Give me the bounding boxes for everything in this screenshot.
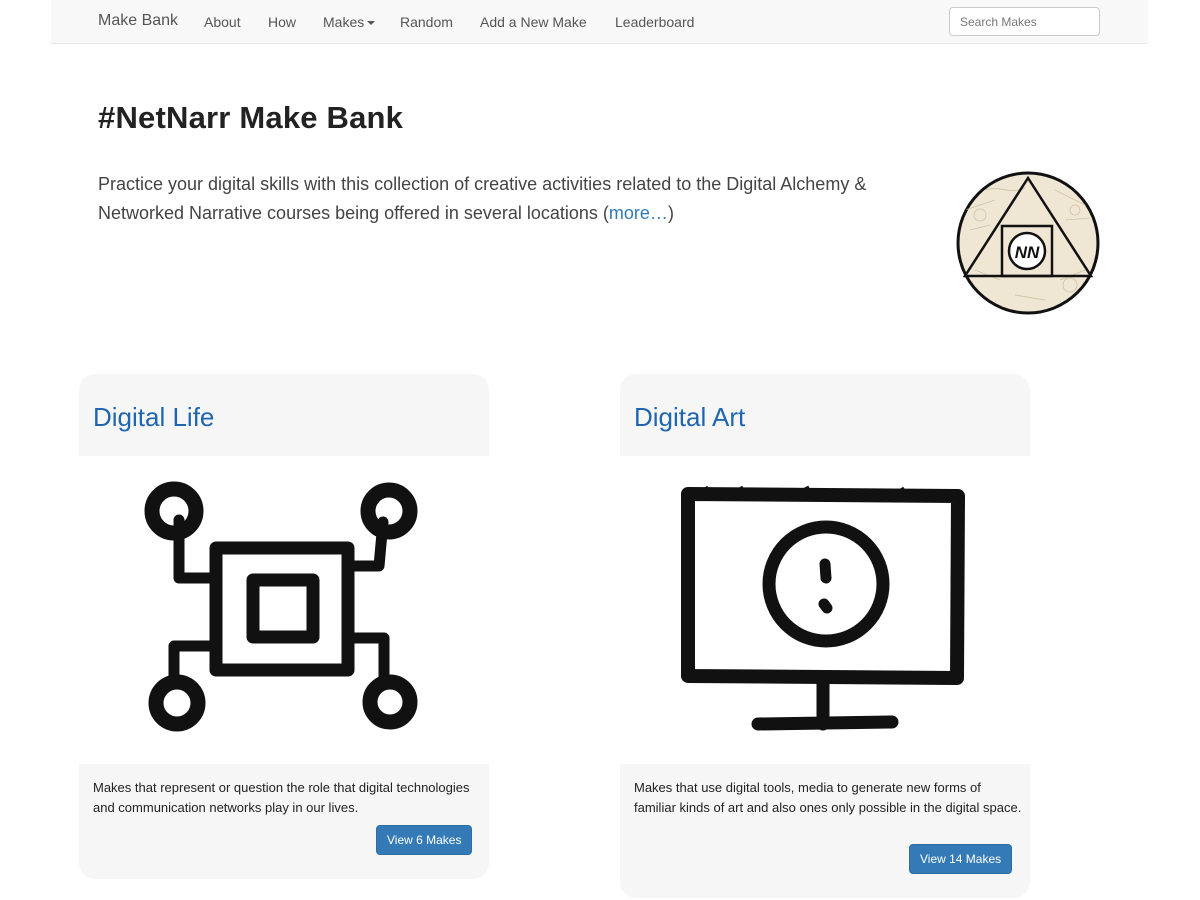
search-input[interactable] bbox=[949, 7, 1100, 36]
intro-text-main: Practice your digital skills with this c… bbox=[98, 174, 867, 223]
card-title[interactable]: Digital Life bbox=[93, 402, 214, 433]
nav-item-add-new-make[interactable]: Add a New Make bbox=[480, 14, 587, 30]
view-makes-button[interactable]: View 6 Makes bbox=[376, 825, 473, 855]
nav-item-leaderboard[interactable]: Leaderboard bbox=[615, 14, 694, 30]
nav-item-how[interactable]: How bbox=[268, 14, 296, 30]
top-navbar: Make Bank About How Makes Random Add a N… bbox=[51, 0, 1148, 44]
page-title: #NetNarr Make Bank bbox=[98, 100, 404, 135]
card-title[interactable]: Digital Art bbox=[634, 402, 745, 433]
circuit-chip-icon bbox=[144, 481, 418, 732]
view-makes-button[interactable]: View 14 Makes bbox=[909, 844, 1013, 874]
logo-text: NN bbox=[1015, 243, 1040, 262]
intro-text: Practice your digital skills with this c… bbox=[98, 170, 938, 228]
category-card-digital-art: Digital Art Makes that use digital tools… bbox=[620, 374, 1030, 898]
nav-item-makes-label: Makes bbox=[323, 14, 365, 30]
card-image[interactable] bbox=[79, 456, 489, 764]
caret-down-icon bbox=[367, 21, 376, 26]
brand-link[interactable]: Make Bank bbox=[98, 12, 178, 30]
monitor-face-icon bbox=[681, 485, 965, 731]
card-description: Makes that represent or question the rol… bbox=[93, 780, 470, 815]
nav-item-about[interactable]: About bbox=[204, 14, 241, 30]
more-link[interactable]: more… bbox=[609, 203, 668, 223]
category-card-digital-life: Digital Life Makes that represent or que… bbox=[79, 374, 489, 879]
card-header: Digital Life bbox=[79, 374, 489, 456]
card-header: Digital Art bbox=[620, 374, 1030, 456]
intro-text-end: ) bbox=[667, 203, 674, 223]
card-body: Makes that use digital tools, media to g… bbox=[620, 764, 1030, 898]
netnarr-logo: NN bbox=[956, 171, 1100, 315]
card-description: Makes that use digital tools, media to g… bbox=[634, 780, 1022, 815]
nav-item-makes-dropdown[interactable]: Makes bbox=[323, 14, 376, 30]
card-body: Makes that represent or question the rol… bbox=[79, 764, 489, 879]
nav-item-random[interactable]: Random bbox=[400, 14, 453, 30]
card-image[interactable] bbox=[620, 456, 1030, 764]
